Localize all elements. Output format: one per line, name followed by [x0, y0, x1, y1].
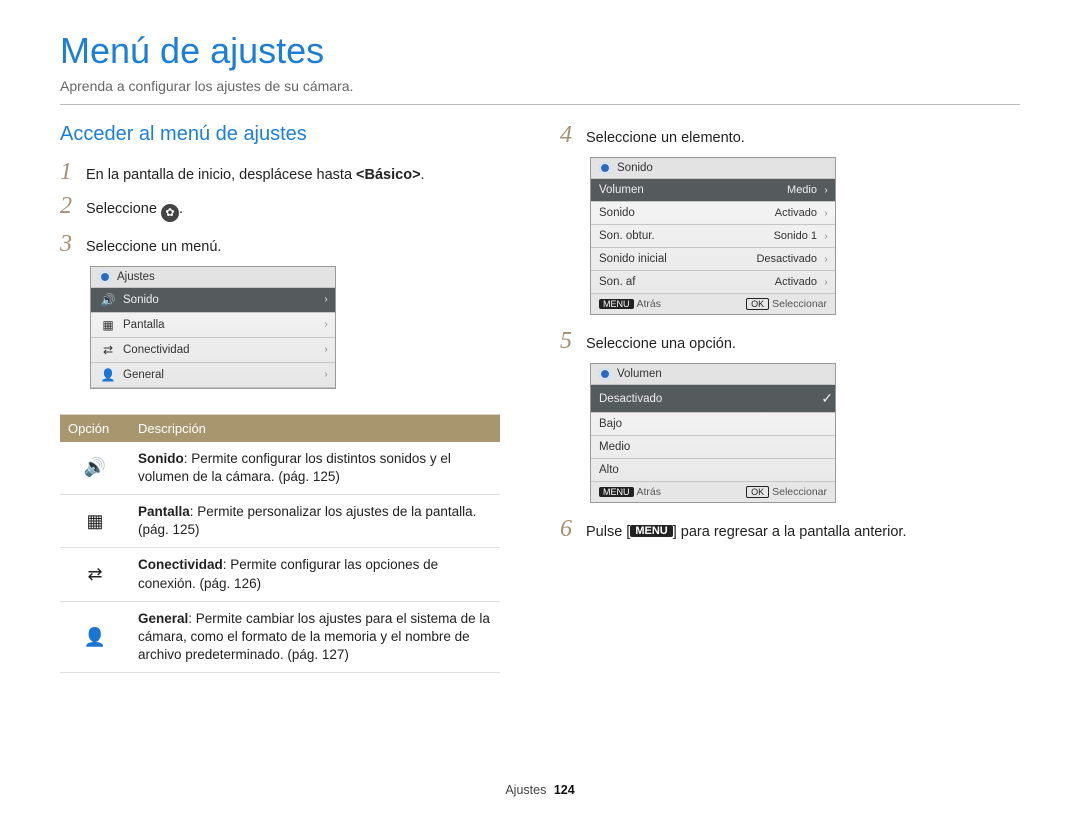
check-icon: ✓ — [821, 390, 833, 407]
col-header-option: Opción — [60, 414, 130, 442]
chevron-right-icon: › — [819, 254, 833, 265]
chevron-right-icon: › — [319, 294, 333, 305]
select-hint: OKSeleccionar — [746, 486, 827, 498]
menu-item-af[interactable]: Son. af Activado › — [591, 271, 835, 294]
options-table: Opción Descripción 🔊 Sonido: Permite con… — [60, 414, 500, 674]
back-hint: MENUAtrás — [599, 486, 661, 498]
settings-icon — [99, 271, 111, 283]
step-number-2: 2 — [60, 194, 86, 218]
chevron-right-icon: › — [819, 231, 833, 242]
screen-title: Volumen — [617, 368, 662, 380]
camera-screen-volume: Volumen Desactivado ✓ Bajo Medio Alto ME… — [590, 363, 836, 503]
sound-icon: 🔊 — [84, 455, 106, 479]
sound-icon: 🔊 — [99, 293, 117, 307]
chevron-right-icon: › — [319, 319, 333, 330]
connect-icon: ⇄ — [87, 562, 102, 586]
general-icon: 👤 — [99, 368, 117, 382]
menu-item-startup[interactable]: Sonido inicial Desactivado › — [591, 248, 835, 271]
page-footer: Ajustes 124 — [0, 783, 1080, 797]
camera-screen-menu: Ajustes 🔊 Sonido › ▦ Pantalla › ⇄ Conect… — [90, 266, 336, 389]
page-subtitle: Aprenda a configurar los ajustes de su c… — [60, 78, 1020, 94]
chevron-right-icon: › — [819, 208, 833, 219]
chevron-right-icon: › — [319, 369, 333, 380]
step-number-6: 6 — [560, 517, 586, 541]
step-number-3: 3 — [60, 232, 86, 256]
column-right: 4 Seleccione un elemento. Sonido Volumen… — [560, 123, 1020, 673]
page-title: Menú de ajustes — [60, 30, 1020, 72]
step-number-1: 1 — [60, 160, 86, 184]
table-row: ▦ Pantalla: Permite personalizar los aju… — [60, 494, 500, 547]
gear-icon: ✿ — [161, 204, 179, 222]
screen-title: Ajustes — [117, 271, 155, 283]
chevron-right-icon: › — [819, 185, 833, 196]
step-text-4: Seleccione un elemento. — [586, 130, 1020, 146]
menu-button-label: MENU — [630, 525, 672, 537]
connect-icon: ⇄ — [99, 343, 117, 357]
back-hint: MENUAtrás — [599, 298, 661, 310]
screen-title: Sonido — [617, 162, 653, 174]
menu-item-shutter[interactable]: Son. obtur. Sonido 1 › — [591, 225, 835, 248]
step-number-4: 4 — [560, 123, 586, 147]
step-text-6: Pulse [MENU] para regresar a la pantalla… — [586, 524, 1020, 540]
menu-item-sound[interactable]: 🔊 Sonido › — [91, 288, 335, 313]
table-row: 🔊 Sonido: Permite configurar los distint… — [60, 442, 500, 495]
column-left: Acceder al menú de ajustes 1 En la panta… — [60, 123, 520, 673]
step-text-1: En la pantalla de inicio, desplácese has… — [86, 167, 520, 183]
option-medium[interactable]: Medio — [591, 436, 835, 459]
step-text-3: Seleccione un menú. — [86, 239, 520, 255]
table-row: ⇄ Conectividad: Permite configurar las o… — [60, 548, 500, 601]
table-row: 👤 General: Permite cambiar los ajustes p… — [60, 601, 500, 673]
display-icon: ▦ — [86, 509, 103, 533]
step-text-5: Seleccione una opción. — [586, 336, 1020, 352]
section-heading: Acceder al menú de ajustes — [60, 123, 520, 146]
settings-icon — [599, 368, 611, 380]
chevron-right-icon: › — [819, 277, 833, 288]
menu-item-general[interactable]: 👤 General › — [91, 363, 335, 388]
step-number-5: 5 — [560, 329, 586, 353]
menu-item-sound[interactable]: Sonido Activado › — [591, 202, 835, 225]
option-high[interactable]: Alto — [591, 459, 835, 482]
option-off[interactable]: Desactivado ✓ — [591, 385, 835, 413]
menu-item-connectivity[interactable]: ⇄ Conectividad › — [91, 338, 335, 363]
option-low[interactable]: Bajo — [591, 413, 835, 436]
settings-icon — [599, 162, 611, 174]
select-hint: OKSeleccionar — [746, 298, 827, 310]
menu-item-volume[interactable]: Volumen Medio › — [591, 179, 835, 202]
general-icon: 👤 — [84, 625, 106, 649]
step-text-2: Seleccione ✿. — [86, 201, 520, 222]
display-icon: ▦ — [99, 318, 117, 332]
col-header-description: Descripción — [130, 414, 500, 442]
chevron-right-icon: › — [319, 344, 333, 355]
camera-screen-sound: Sonido Volumen Medio › Sonido Activado ›… — [590, 157, 836, 315]
divider — [60, 104, 1020, 105]
menu-item-display[interactable]: ▦ Pantalla › — [91, 313, 335, 338]
